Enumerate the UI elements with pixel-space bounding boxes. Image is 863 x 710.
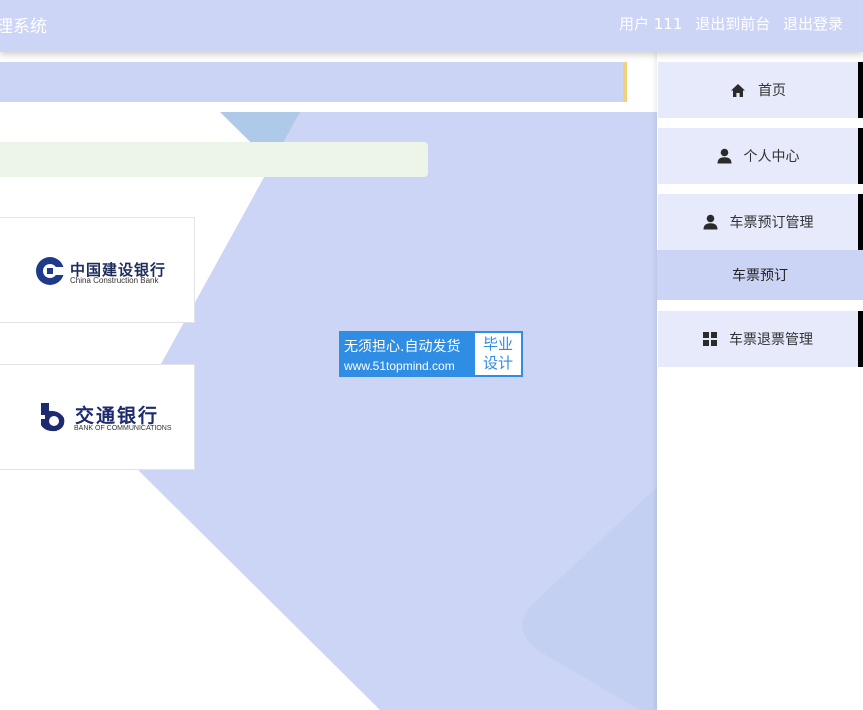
grid-icon (703, 332, 717, 346)
ccb-logo-icon (36, 257, 65, 285)
sidebar-item-profile[interactable]: 个人中心 (658, 128, 863, 184)
top-links: 用户 111 退出到前台 退出登录 (611, 13, 843, 34)
sidebar-subitem-ticket-booking[interactable]: 车票预订 (657, 250, 863, 300)
home-icon (730, 83, 746, 98)
bank-name-en: China Construction Bank (70, 276, 159, 285)
watermark-tag: 毕业 设计 (475, 333, 521, 375)
back-to-front-link[interactable]: 退出到前台 (695, 15, 770, 33)
sidebar-item-refund-management[interactable]: 车票退票管理 (658, 311, 863, 367)
bank-name-cn: 交通银行 (75, 405, 160, 427)
main-content: 中国建设银行 China Construction Bank 交通银行 BANK… (0, 52, 657, 710)
watermark-url: www.51topmind.com (344, 359, 455, 373)
bank-option-ccb[interactable]: 中国建设银行 China Construction Bank (0, 217, 195, 323)
sidebar-item-home[interactable]: 首页 (658, 62, 863, 118)
amount-input[interactable] (0, 142, 428, 177)
sidebar-item-label: 车票预订管理 (729, 215, 814, 231)
bocom-logo-icon (41, 403, 65, 432)
sidebar: 首页 个人中心 车票预订管理 车票预订 车票退票管理 (657, 52, 863, 710)
sidebar-item-booking-management[interactable]: 车票预订管理 (658, 194, 863, 250)
page-title-bar (0, 62, 627, 102)
user-icon (717, 148, 732, 164)
sidebar-item-label: 车票退票管理 (729, 332, 813, 348)
user-icon (703, 214, 718, 230)
sidebar-subitem-label: 车票预订 (732, 268, 788, 284)
watermark-slogan: 无须担心.自动发货 (344, 339, 461, 355)
bank-option-bocom[interactable]: 交通银行 BANK OF COMMUNICATIONS (0, 364, 195, 470)
user-label: 用户 111 (619, 15, 683, 33)
bank-name-en: BANK OF COMMUNICATIONS (74, 425, 172, 432)
sidebar-item-label: 个人中心 (743, 149, 800, 165)
watermark-tag-line2: 设计 (482, 354, 513, 372)
sidebar-item-label: 首页 (758, 83, 786, 99)
logout-link[interactable]: 退出登录 (783, 15, 843, 33)
top-bar: 理系统 用户 111 退出到前台 退出登录 (0, 0, 863, 52)
watermark-tag-line1: 毕业 (482, 335, 513, 353)
app-title: 理系统 (0, 17, 47, 37)
watermark-badge: 无须担心.自动发货 www.51topmind.com 毕业 设计 (339, 331, 523, 377)
